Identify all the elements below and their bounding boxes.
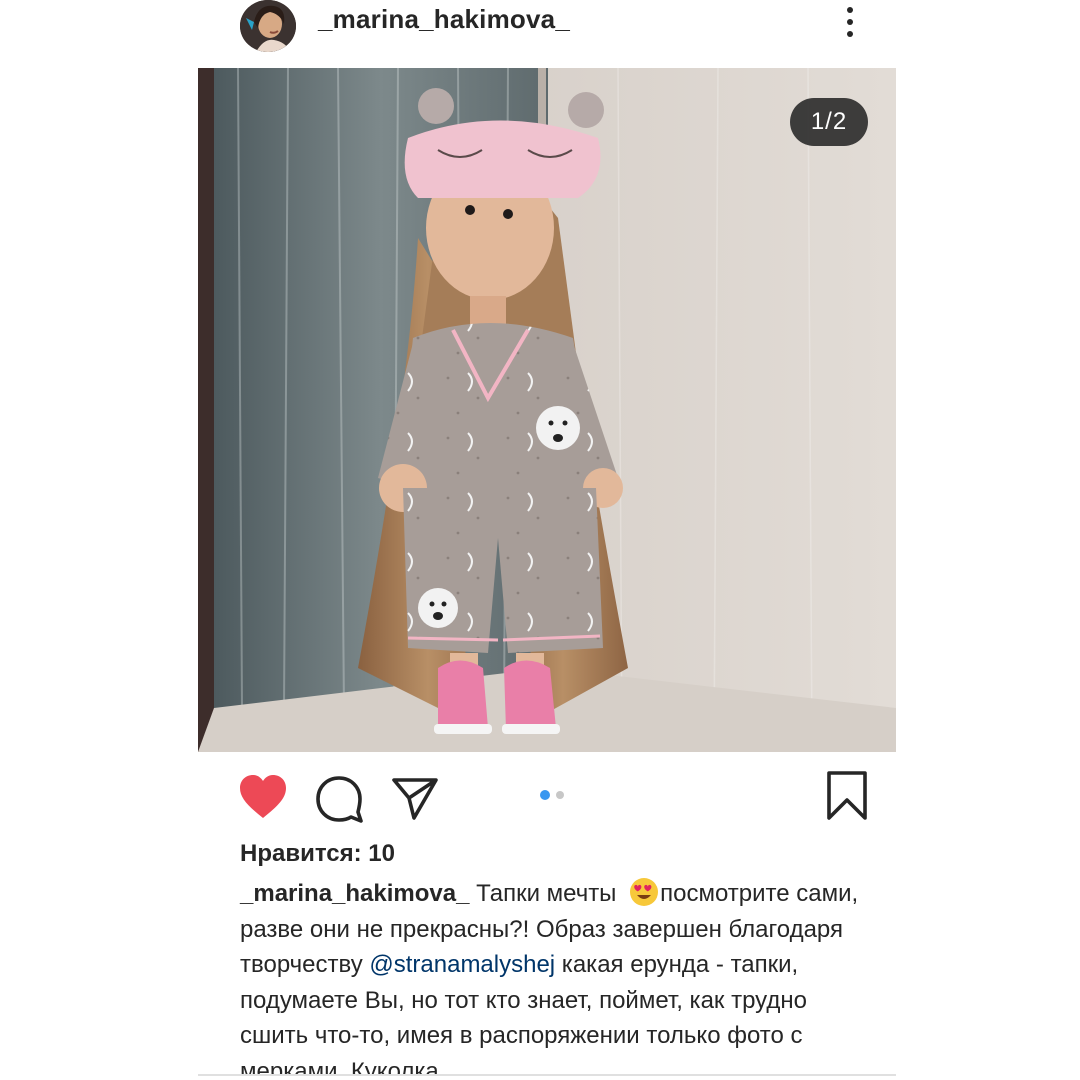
caption-text-part: Тапки мечты <box>469 880 624 907</box>
post-caption: _marina_hakimova_ Тапки мечты посмотрите… <box>240 876 880 1076</box>
more-options-icon[interactable] <box>836 2 864 42</box>
paper-plane-icon[interactable] <box>390 772 440 822</box>
post-photo[interactable]: 1/2 <box>198 68 896 752</box>
more-dot <box>847 7 853 13</box>
comment-bubble-icon[interactable] <box>314 774 364 824</box>
carousel-dot-active <box>540 790 550 800</box>
profile-avatar[interactable] <box>240 0 296 52</box>
carousel-counter-badge: 1/2 <box>790 98 868 146</box>
more-dot <box>847 19 853 25</box>
smiling-face-with-heart-eyes-icon <box>629 877 659 907</box>
bookmark-icon[interactable] <box>824 770 870 822</box>
caption-clip: _marina_hakimova_ Тапки мечты посмотрите… <box>0 874 1080 1076</box>
divider <box>198 1074 896 1076</box>
post-author-username[interactable]: _marina_hakimova_ <box>318 4 570 35</box>
likes-count[interactable]: Нравится: 10 <box>240 840 395 868</box>
caption-mention-link[interactable]: @stranamalyshej <box>369 951 555 978</box>
post-action-bar <box>0 762 1080 832</box>
instagram-post-screen: _marina_hakimova_ 1/2 Нравится: 10 _mari… <box>0 0 1080 1080</box>
post-header: _marina_hakimova_ <box>0 0 1080 62</box>
heart-filled-icon[interactable] <box>238 774 288 820</box>
doll-photo-illustration <box>198 68 896 752</box>
more-dot <box>847 31 853 37</box>
caption-username[interactable]: _marina_hakimova_ <box>240 880 469 907</box>
carousel-dot[interactable] <box>556 791 564 799</box>
